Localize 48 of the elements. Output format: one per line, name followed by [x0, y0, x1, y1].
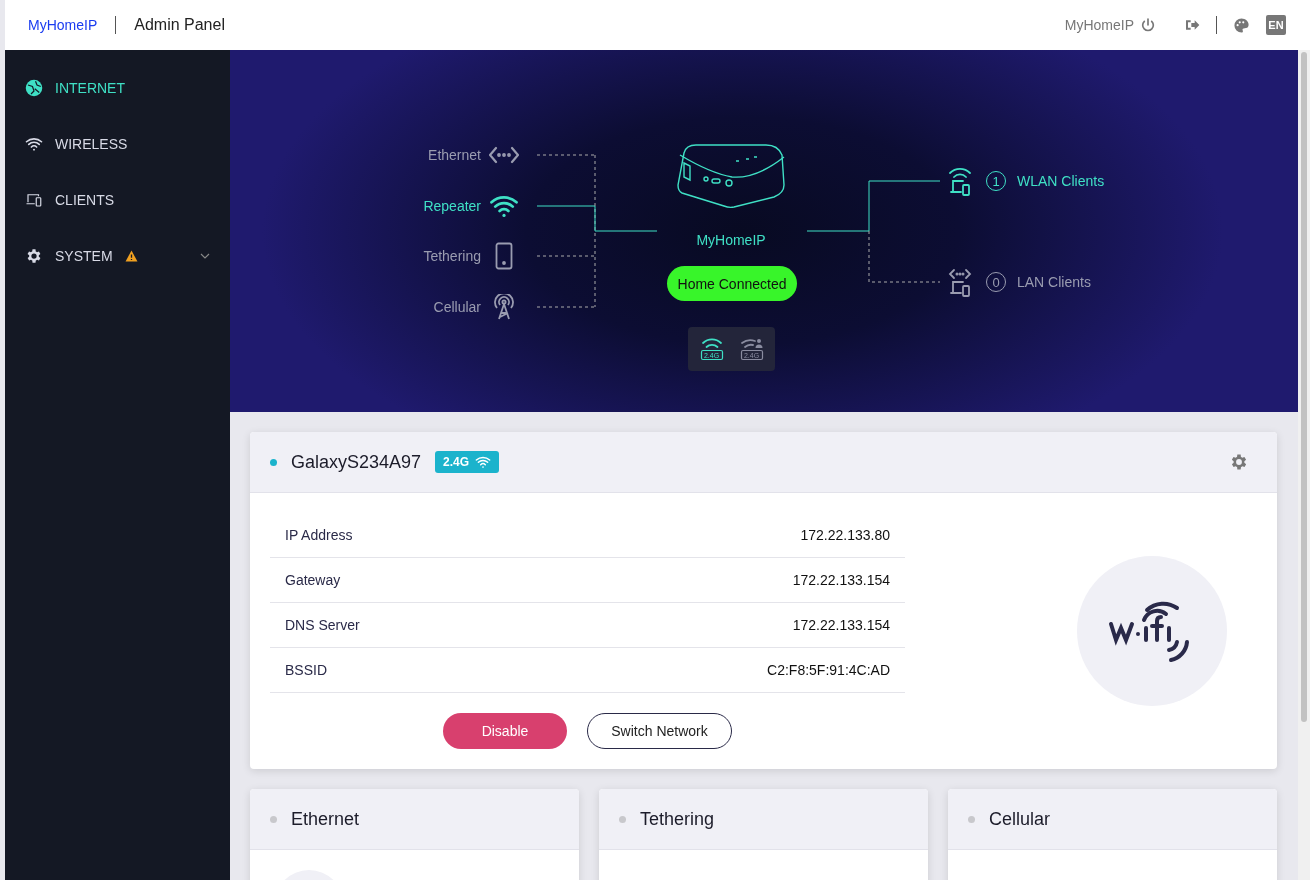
wireless-devices-icon: [948, 166, 972, 196]
language-button[interactable]: EN: [1266, 15, 1286, 35]
disable-button[interactable]: Disable: [443, 713, 567, 749]
source-label[interactable]: Cellular: [433, 299, 481, 315]
field-value: C2:F8:5F:91:4C:AD: [767, 662, 890, 678]
palette-icon[interactable]: [1233, 16, 1250, 34]
router-name: MyHomeIP: [696, 232, 766, 248]
band-tag: 2.4G: [435, 451, 500, 473]
field-label: BSSID: [285, 662, 327, 678]
card-title: Cellular: [989, 808, 1051, 830]
guest-wifi-icon: [739, 337, 764, 361]
sidebar-item[interactable]: WIRELESS: [5, 116, 230, 172]
field-label: DNS Server: [285, 617, 360, 633]
clients-link[interactable]: WLAN Clients: [1017, 173, 1105, 189]
network-name: GalaxyS234A97: [291, 451, 422, 473]
page-title: Admin Panel: [134, 16, 225, 34]
source-label[interactable]: Tethering: [423, 248, 481, 264]
devices-icon: [25, 191, 43, 209]
cell-tower-icon: [493, 294, 515, 320]
device-name: MyHomeIP: [1064, 17, 1134, 33]
clients-link[interactable]: LAN Clients: [1017, 274, 1091, 290]
globe-icon: [25, 79, 43, 97]
field-value: 172.22.133.154: [792, 572, 890, 588]
sidebar-item[interactable]: CLIENTS: [5, 172, 230, 228]
brand-name[interactable]: MyHomeIP: [28, 17, 98, 33]
field-label: Gateway: [285, 572, 341, 588]
source-label[interactable]: Repeater: [423, 198, 481, 214]
power-icon[interactable]: [1140, 17, 1156, 33]
card-title: Ethernet: [291, 808, 360, 830]
field-label: IP Address: [285, 527, 353, 543]
chevron-down-icon[interactable]: [200, 253, 210, 259]
gear-icon: [25, 247, 43, 265]
field-value: 172.22.133.154: [792, 617, 890, 633]
connection-status: Home Connected: [667, 266, 797, 301]
wired-devices-icon: [948, 267, 972, 297]
ethernet-icon: [489, 146, 519, 164]
phone-icon: [495, 242, 513, 270]
settings-icon[interactable]: [1229, 452, 1249, 472]
card-title: Tethering: [640, 808, 715, 830]
wifi-icon: [475, 454, 492, 470]
source-label[interactable]: Ethernet: [428, 147, 481, 163]
sidebar-item[interactable]: SYSTEM: [5, 228, 230, 284]
logout-icon[interactable]: [1184, 17, 1200, 33]
wifi-band-icon: [699, 337, 724, 361]
wifi-icon: [25, 135, 43, 153]
field-value: 172.22.133.80: [800, 527, 890, 543]
switch-network-button[interactable]: Switch Network: [587, 713, 732, 749]
sidebar-item[interactable]: INTERNET: [5, 60, 230, 116]
